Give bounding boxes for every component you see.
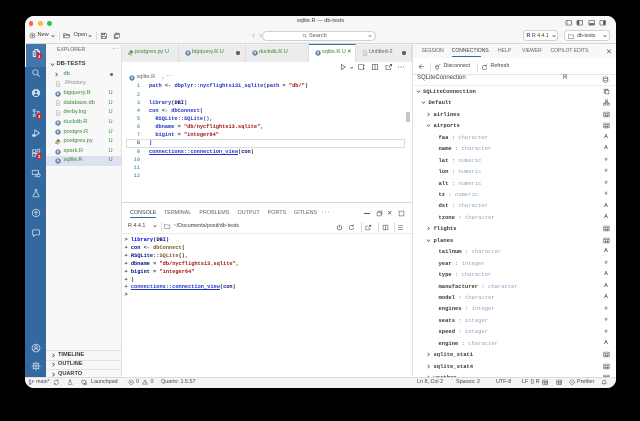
svg-text:R: R <box>130 75 133 80</box>
svg-text:R: R <box>56 91 59 96</box>
svg-text:R: R <box>254 50 257 55</box>
svg-text:R: R <box>187 50 190 55</box>
svg-text:R: R <box>317 50 320 55</box>
svg-text:R: R <box>56 120 59 125</box>
svg-text:R: R <box>56 130 59 135</box>
svg-text:R: R <box>56 159 59 164</box>
svg-text:R: R <box>56 149 59 154</box>
